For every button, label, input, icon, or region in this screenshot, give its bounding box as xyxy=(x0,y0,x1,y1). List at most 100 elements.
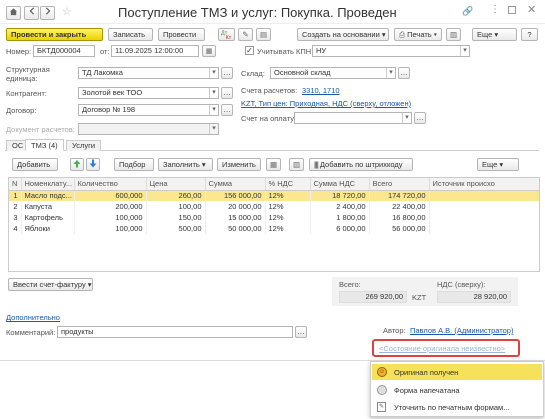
cell-vat-sum: 18 720,00 xyxy=(310,190,370,201)
close-icon[interactable]: ✕ xyxy=(527,3,536,16)
kpn-checkbox[interactable]: ✓ xyxy=(245,46,254,55)
kpn-label: Учитывать КПН xyxy=(257,47,312,56)
toolbar-icon-button[interactable]: ▥ xyxy=(446,28,461,41)
col-sum[interactable]: Сумма xyxy=(205,178,266,191)
home-button[interactable] xyxy=(6,6,21,20)
cell-sum: 15 000,00 xyxy=(205,212,266,223)
kpn-select[interactable]: НУ ▾ xyxy=(312,45,470,57)
col-quantity[interactable]: Количество xyxy=(74,178,147,191)
number-field[interactable]: БКТД000004 xyxy=(33,45,95,57)
warehouse-field[interactable]: Основной склад ▾ xyxy=(270,67,396,79)
kpn-value: НУ xyxy=(316,46,327,55)
post-button[interactable]: Провести xyxy=(158,28,205,41)
cell-name: Яблоки xyxy=(21,223,75,234)
create-on-basis-label: Создать на основании xyxy=(302,30,380,39)
print-button[interactable]: ⎙ Печать ▾ xyxy=(394,28,442,41)
price-type-link[interactable]: KZT, Тип цен: Приходная, НДС (сверху, от… xyxy=(241,99,411,108)
tab-services[interactable]: Услуги xyxy=(66,140,102,151)
table-icon-button[interactable]: ▥ xyxy=(289,158,304,171)
help-button[interactable]: ? xyxy=(521,28,538,41)
print-label: Печать xyxy=(407,30,432,39)
cell-total: 174 720,00 xyxy=(369,190,430,201)
cell-vat-sum: 6 000,00 xyxy=(310,223,370,234)
author-link[interactable]: Павлов А.В. (Администратор) xyxy=(410,326,513,335)
chevron-down-icon: ▾ xyxy=(201,160,206,169)
chevron-down-icon: ▾ xyxy=(209,88,218,98)
col-source[interactable]: Источник происхо xyxy=(429,178,539,191)
post-and-close-button[interactable]: Провести и закрыть xyxy=(6,28,103,41)
payment-open-button[interactable]: … xyxy=(414,112,426,124)
counterparty-field[interactable]: Золотой век ТОО ▾ xyxy=(78,87,219,99)
col-nomenclature[interactable]: Номенклату... xyxy=(21,178,75,191)
dropdown-item-clarify-forms[interactable]: ✎ Уточнить по печатным формам... xyxy=(372,399,542,415)
cell-qty: 100,000 xyxy=(74,212,147,223)
favorite-star-icon[interactable]: ☆ xyxy=(62,6,72,18)
save-button[interactable]: Записать xyxy=(108,28,153,41)
chevron-down-icon: ▾ xyxy=(87,280,92,289)
accounts-label: Счета расчетов: xyxy=(241,86,298,95)
dt-kt-button[interactable]: Дт Кт xyxy=(218,28,235,41)
table-row[interactable]: 1 Масло подс... 600,000 260,00 156 000,0… xyxy=(9,190,539,201)
comment-label: Комментарий: xyxy=(6,328,56,337)
col-vat-sum[interactable]: Сумма НДС xyxy=(310,178,370,191)
link-icon[interactable]: 🔗 xyxy=(462,6,473,17)
dropdown-item-label: Форма напечатана xyxy=(394,386,460,395)
fill-button[interactable]: Заполнить ▾ xyxy=(158,158,213,171)
table-row[interactable]: 2 Капуста 200,000 100,00 20 000,00 12% 2… xyxy=(9,201,539,212)
unit-label: Структурная единица: xyxy=(6,65,50,83)
tab-tmz[interactable]: ТМЗ (4) xyxy=(25,139,64,151)
table-more-button[interactable]: Еще ▾ xyxy=(477,158,519,171)
move-down-button[interactable] xyxy=(86,158,100,171)
original-state-link[interactable]: <Состояние оригинала неизвестно> xyxy=(379,344,505,353)
unit-field[interactable]: ТД Лакомка ▾ xyxy=(78,67,219,79)
original-state-dropdown: ☺ Оригинал получен Форма напечатана ✎ Ут… xyxy=(370,361,544,417)
add-by-barcode-button[interactable]: |||| Добавить по штрихкоду xyxy=(309,158,413,171)
back-button[interactable] xyxy=(24,6,39,20)
pencil-button[interactable]: ✎ xyxy=(238,28,253,41)
col-vat-rate[interactable]: % НДС xyxy=(265,178,311,191)
enter-invoice-label: Ввести счет-фактуру xyxy=(13,280,86,289)
cell-qty: 100,000 xyxy=(74,223,147,234)
dropdown-item-form-printed[interactable]: Форма напечатана xyxy=(372,382,542,398)
unit-open-button[interactable]: … xyxy=(221,67,233,79)
col-price[interactable]: Цена xyxy=(146,178,206,191)
arrow-down-icon xyxy=(89,159,97,168)
cell-n: 2 xyxy=(9,201,22,212)
calc-doc-field[interactable]: ▾ xyxy=(78,123,219,135)
enter-invoice-button[interactable]: Ввести счет-фактуру ▾ xyxy=(8,278,93,291)
calc-button[interactable]: ▦ xyxy=(266,158,281,171)
dropdown-item-original-received[interactable]: ☺ Оригинал получен xyxy=(372,364,542,380)
contract-open-button[interactable]: … xyxy=(221,104,233,116)
add-row-button[interactable]: Добавить xyxy=(12,158,58,171)
barcode-icon: |||| xyxy=(314,160,319,169)
warehouse-open-button[interactable]: … xyxy=(398,67,410,79)
create-on-basis-button[interactable]: Создать на основании ▾ xyxy=(297,28,389,41)
cell-price: 150,00 xyxy=(146,212,206,223)
col-total[interactable]: Всего xyxy=(369,178,430,191)
selection-button[interactable]: Подбор xyxy=(114,158,154,171)
calendar-button[interactable]: ▦ xyxy=(202,45,216,57)
payment-field[interactable]: ▾ xyxy=(294,112,412,124)
contract-field[interactable]: Договор № 198 ▾ xyxy=(78,104,219,116)
counterparty-open-button[interactable]: … xyxy=(221,87,233,99)
contract-value: Договор № 198 xyxy=(82,105,136,114)
forward-button[interactable] xyxy=(40,6,55,20)
comment-field[interactable]: продукты xyxy=(57,326,293,338)
svg-text:Кт: Кт xyxy=(226,35,232,39)
comment-open-button[interactable]: … xyxy=(295,326,307,338)
more-button[interactable]: Еще ▾ xyxy=(472,28,517,41)
cell-vat-rate: 12% xyxy=(265,201,311,212)
move-up-button[interactable] xyxy=(70,158,84,171)
more-dots-icon[interactable]: ⋮ xyxy=(490,4,500,15)
cell-vat-sum: 2 400,00 xyxy=(310,201,370,212)
date-field[interactable]: 11.09.2025 12:00:00 xyxy=(111,45,199,57)
additional-link[interactable]: Дополнительно xyxy=(6,313,60,322)
table-row[interactable]: 3 Картофель 100,000 150,00 15 000,00 12%… xyxy=(9,212,539,223)
col-n[interactable]: N xyxy=(9,178,22,191)
fill-label: Заполнить xyxy=(163,160,200,169)
docs-button[interactable]: ▤ xyxy=(256,28,271,41)
change-button[interactable]: Изменить xyxy=(217,158,261,171)
accounts-link[interactable]: 3310, 1710 xyxy=(302,86,340,95)
maximize-icon[interactable] xyxy=(508,6,516,14)
table-row[interactable]: 4 Яблоки 100,000 500,00 50 000,00 12% 6 … xyxy=(9,223,539,234)
